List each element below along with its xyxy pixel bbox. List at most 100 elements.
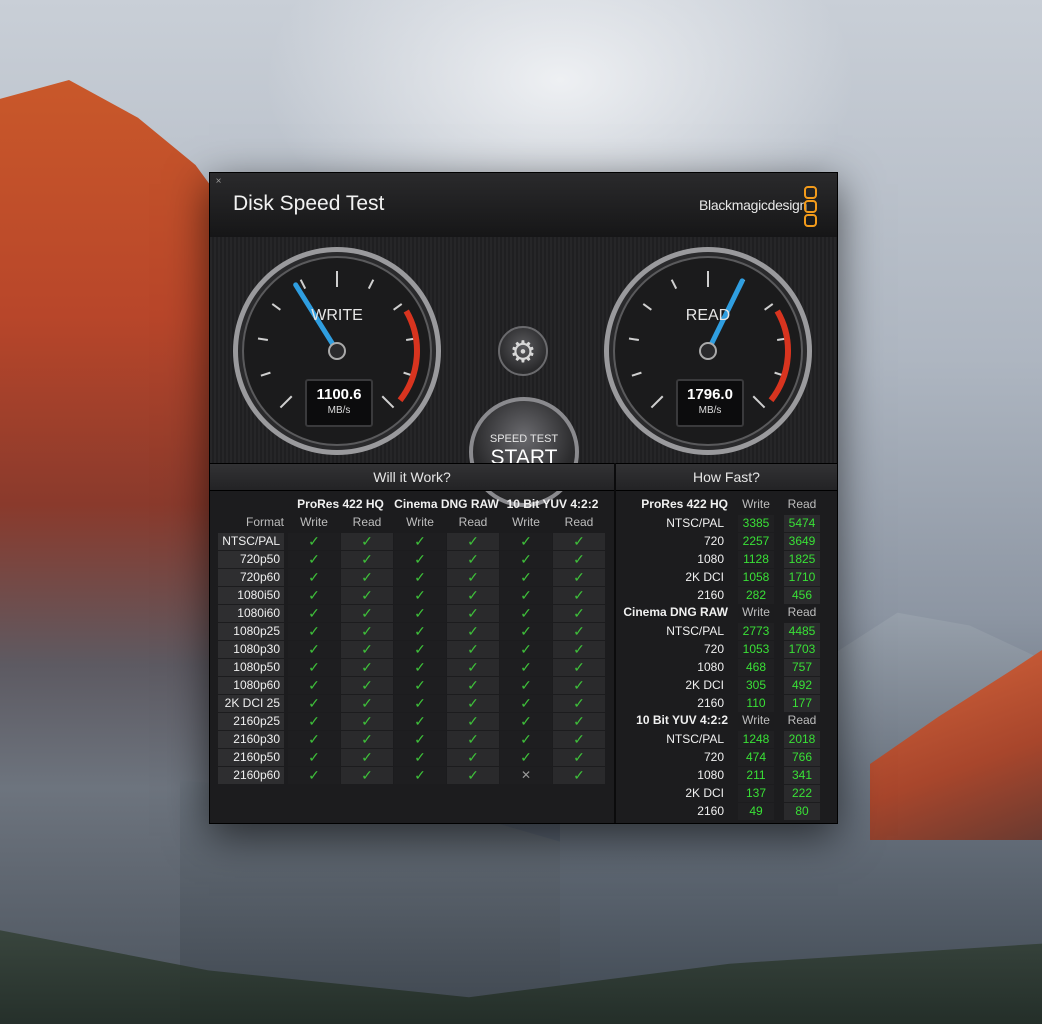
checkmark-icon: ✓ <box>341 731 393 748</box>
checkmark-icon: ✓ <box>553 731 605 748</box>
checkmark-icon: ✓ <box>500 623 552 640</box>
checkmark-icon: ✓ <box>341 587 393 604</box>
app-title: Disk Speed Test <box>233 192 385 215</box>
format-name: 1080i50 <box>218 587 284 604</box>
checkmark-icon: ✓ <box>553 713 605 730</box>
checkmark-icon: ✓ <box>341 551 393 568</box>
write-fps-value: 110 <box>738 695 774 712</box>
checkmark-icon: ✓ <box>288 551 340 568</box>
read-fps-value: 177 <box>784 695 820 712</box>
speed-row: 1080 211 341 <box>618 767 834 784</box>
resolution-label: NTSC/PAL <box>666 732 724 746</box>
checkmark-icon: ✓ <box>500 587 552 604</box>
checkmark-icon: ✓ <box>553 605 605 622</box>
checkmark-icon: ✓ <box>288 695 340 712</box>
speed-row: 1080 1128 1825 <box>618 551 834 568</box>
write-fps-value: 2257 <box>738 533 774 550</box>
read-fps-value: 222 <box>784 785 820 802</box>
format-row: 1080p30 ✓ ✓ ✓ ✓ ✓ ✓ <box>218 641 610 658</box>
checkmark-icon: ✓ <box>553 623 605 640</box>
checkmark-icon: ✓ <box>341 677 393 694</box>
speed-row: 1080 468 757 <box>618 659 834 676</box>
checkmark-icon: ✓ <box>394 569 446 586</box>
write-column-header: Write <box>742 497 770 511</box>
resolution-label: 2160 <box>697 696 724 710</box>
format-row: 1080i60 ✓ ✓ ✓ ✓ ✓ ✓ <box>218 605 610 622</box>
format-row: 1080p60 ✓ ✓ ✓ ✓ ✓ ✓ <box>218 677 610 694</box>
read-fps-value: 341 <box>784 767 820 784</box>
write-read-header: Read <box>352 515 382 529</box>
speed-row: NTSC/PAL 1248 2018 <box>618 731 834 748</box>
checkmark-icon: ✓ <box>500 695 552 712</box>
checkmark-icon: ✓ <box>288 659 340 676</box>
read-column-header: Read <box>787 497 817 511</box>
checkmark-icon: ✓ <box>553 569 605 586</box>
checkmark-icon: ✓ <box>394 767 446 784</box>
format-name: 2160p60 <box>218 767 284 784</box>
checkmark-icon: ✓ <box>394 659 446 676</box>
checkmark-icon: ✓ <box>447 641 499 658</box>
checkmark-icon: ✓ <box>447 605 499 622</box>
checkmark-icon: ✓ <box>288 767 340 784</box>
checkmark-icon: ✓ <box>447 659 499 676</box>
speed-row: NTSC/PAL 3385 5474 <box>618 515 834 532</box>
checkmark-icon: ✓ <box>447 587 499 604</box>
checkmark-icon: ✓ <box>394 677 446 694</box>
write-fps-value: 211 <box>738 767 774 784</box>
checkmark-icon: ✓ <box>341 695 393 712</box>
speed-row: 2K DCI 1058 1710 <box>618 569 834 586</box>
format-row: 2K DCI 25 ✓ ✓ ✓ ✓ ✓ ✓ <box>218 695 610 712</box>
write-speed-unit: MB/s <box>327 405 351 416</box>
write-fps-value: 468 <box>738 659 774 676</box>
checkmark-icon: ✓ <box>500 533 552 550</box>
format-row: 1080i50 ✓ ✓ ✓ ✓ ✓ ✓ <box>218 587 610 604</box>
checkmark-icon: ✓ <box>394 731 446 748</box>
resolution-label: 720 <box>703 642 724 656</box>
format-name: 1080p60 <box>218 677 284 694</box>
how-fast-header: How Fast? <box>616 463 837 491</box>
checkmark-icon: ✓ <box>394 623 446 640</box>
speed-row: 2K DCI 305 492 <box>618 677 834 694</box>
resolution-label: NTSC/PAL <box>666 516 724 530</box>
checkmark-icon: ✓ <box>447 551 499 568</box>
disk-speed-test-window: × Disk Speed Test Blackmagicdesign WRITE… <box>209 172 838 824</box>
format-row: 720p60 ✓ ✓ ✓ ✓ ✓ ✓ <box>218 569 610 586</box>
write-read-header: Read <box>564 515 594 529</box>
write-fps-value: 1053 <box>738 641 774 658</box>
format-row: 720p50 ✓ ✓ ✓ ✓ ✓ ✓ <box>218 551 610 568</box>
write-read-subheaders: Format Write Read Write Read Write Read <box>218 515 610 533</box>
how-fast-table: ProRes 422 HQ Write Read NTSC/PAL 3385 5474 72… <box>618 497 834 821</box>
speed-row: 720 2257 3649 <box>618 533 834 550</box>
read-speed-unit: MB/s <box>698 405 722 416</box>
checkmark-icon: ✓ <box>394 695 446 712</box>
checkmark-icon: ✓ <box>447 731 499 748</box>
close-icon[interactable]: × <box>214 177 223 187</box>
speed-row: NTSC/PAL 2773 4485 <box>618 623 834 640</box>
settings-gear-icon[interactable]: ⚙ <box>498 326 548 376</box>
format-name: 1080p30 <box>218 641 284 658</box>
checkmark-icon: ✓ <box>288 749 340 766</box>
write-fps-value: 137 <box>738 785 774 802</box>
checkmark-icon: ✓ <box>341 641 393 658</box>
format-rows: NTSC/PAL ✓ ✓ ✓ ✓ ✓ ✓ 720p50 ✓ ✓ ✓ ✓ ✓ ✓ 720p60 ✓ ✓ ✓ ✓ ✓ ✓ 10… <box>218 533 610 784</box>
read-speed-value: 1796.0 <box>687 386 733 403</box>
format-name: 1080i60 <box>218 605 284 622</box>
read-fps-value: 766 <box>784 749 820 766</box>
write-gauge-label: WRITE <box>311 307 363 324</box>
checkmark-icon: ✓ <box>288 641 340 658</box>
checkmark-icon: ✓ <box>341 533 393 550</box>
resolution-label: 720 <box>703 750 724 764</box>
checkmark-icon: ✓ <box>500 605 552 622</box>
resolution-label: 2K DCI <box>685 570 724 584</box>
write-fps-value: 282 <box>738 587 774 604</box>
format-name: 2160p25 <box>218 713 284 730</box>
dial-hub <box>328 342 346 360</box>
speed-row: 2160 110 177 <box>618 695 834 712</box>
format-name: 1080p50 <box>218 659 284 676</box>
speed-group-header: ProRes 422 HQ Write Read <box>618 497 834 515</box>
checkmark-icon: ✓ <box>500 677 552 694</box>
checkmark-icon: ✓ <box>394 533 446 550</box>
checkmark-icon: ✓ <box>500 731 552 748</box>
checkmark-icon: ✓ <box>288 587 340 604</box>
title-bar[interactable]: × Disk Speed Test Blackmagicdesign <box>210 173 837 238</box>
